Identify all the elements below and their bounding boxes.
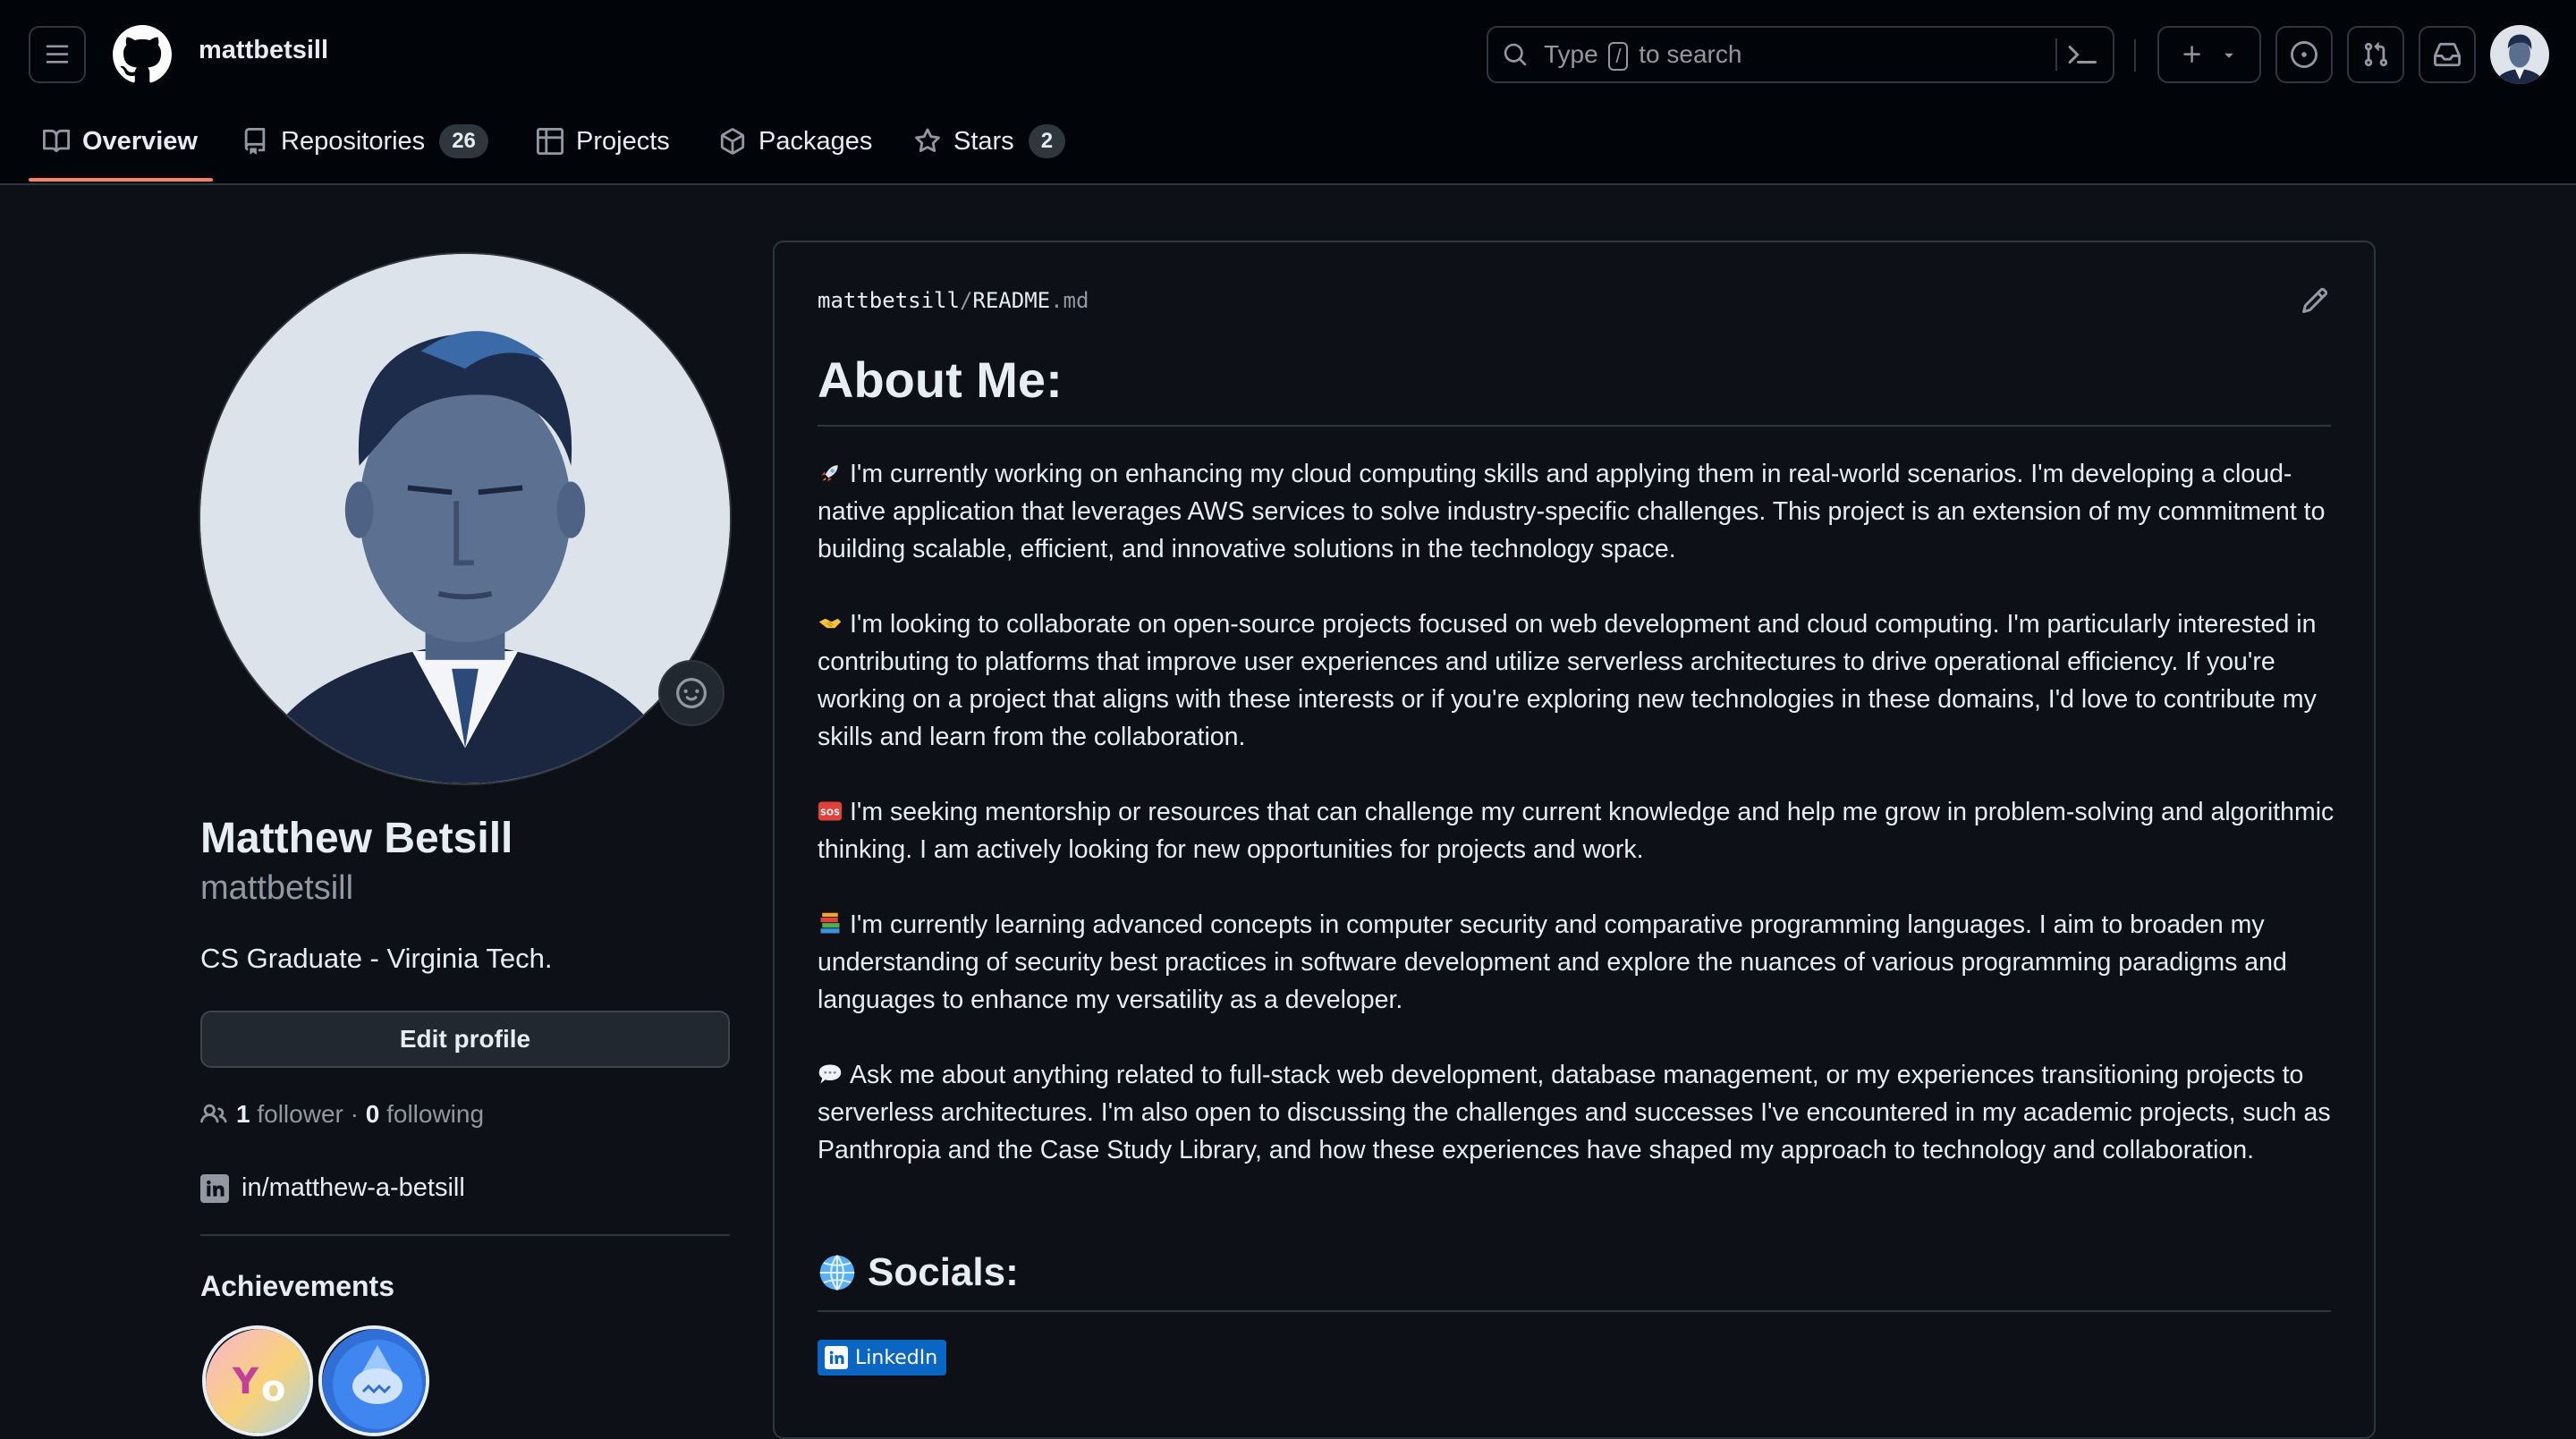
globe-icon xyxy=(819,1255,855,1291)
profile-login: mattbetsill xyxy=(200,869,354,907)
pencil-icon xyxy=(2301,287,2328,314)
readme-file-link[interactable]: README xyxy=(972,288,1050,313)
tab-label: Projects xyxy=(576,126,670,156)
separator-dot: · xyxy=(350,1100,359,1128)
github-logo-icon[interactable] xyxy=(113,25,172,84)
edit-readme-button[interactable] xyxy=(2301,286,2329,315)
handshake-icon xyxy=(818,618,842,629)
following-link[interactable]: 0 following xyxy=(366,1100,484,1129)
readme-path: mattbetsill/README.md xyxy=(818,288,1089,313)
tab-label: Repositories xyxy=(281,126,426,156)
issues-button[interactable] xyxy=(2275,26,2333,83)
book-icon xyxy=(43,129,70,153)
readme-heading: About Me: xyxy=(818,351,1063,408)
inbox-icon xyxy=(2434,42,2461,67)
readme-owner-link[interactable]: mattbetsill xyxy=(818,288,960,313)
tab-repositories[interactable]: Repositories 26 xyxy=(242,123,488,159)
sidebar-divider xyxy=(200,1234,730,1236)
triangle-down-icon xyxy=(2224,53,2233,58)
tab-label: Overview xyxy=(82,126,198,156)
linkedin-icon xyxy=(200,1173,229,1203)
svg-text:o: o xyxy=(261,1368,285,1409)
svg-text:SOS: SOS xyxy=(820,808,840,817)
readme-paragraph: SOS I'm seeking mentorship or resources t… xyxy=(818,798,2334,864)
repo-icon xyxy=(244,128,266,155)
header-divider xyxy=(2134,39,2136,72)
tab-label: Packages xyxy=(758,126,873,156)
achievements-title[interactable]: Achievements xyxy=(200,1270,394,1303)
stars-count: 2 xyxy=(1028,124,1066,158)
create-new-button[interactable] xyxy=(2157,26,2261,83)
search-divider xyxy=(2055,38,2057,71)
command-palette-icon[interactable] xyxy=(2068,40,2097,69)
svg-text:Y: Y xyxy=(232,1361,259,1402)
tab-packages[interactable]: Packages xyxy=(719,123,872,159)
sos-icon: SOS xyxy=(818,801,843,821)
profile-bio: CS Graduate - Virginia Tech. xyxy=(200,943,553,974)
search-icon xyxy=(1504,43,1527,66)
linkedin-handle: in/matthew-a-betsill xyxy=(242,1173,465,1202)
star-icon xyxy=(915,128,940,153)
profile-full-name: Matthew Betsill xyxy=(200,815,513,862)
search-input[interactable]: Type / to search xyxy=(1487,26,2114,83)
table-icon xyxy=(537,128,564,155)
linkedin-badge[interactable]: LinkedIn xyxy=(818,1340,947,1376)
profile-avatar[interactable] xyxy=(199,252,732,785)
tab-stars[interactable]: Stars 2 xyxy=(914,123,1066,159)
heading-rule xyxy=(818,425,2331,427)
socials-rule xyxy=(818,1310,2331,1312)
pull-requests-button[interactable] xyxy=(2347,26,2404,83)
package-icon xyxy=(720,128,745,155)
notifications-button[interactable] xyxy=(2419,26,2476,83)
slash-key: / xyxy=(1608,41,1629,71)
git-pull-request-icon xyxy=(2364,42,2388,67)
readme-paragraph: I'm looking to collaborate on open-sourc… xyxy=(818,610,2317,751)
speech-balloon-icon xyxy=(818,1064,842,1084)
set-status-button[interactable] xyxy=(658,660,724,726)
linkedin-link[interactable]: in/matthew-a-betsill xyxy=(200,1173,465,1203)
readme-paragraph: Ask me about anything related to full-st… xyxy=(818,1061,2331,1164)
plus-icon xyxy=(2183,46,2200,63)
app-header: mattbetsill Type / to search Overview Re… xyxy=(0,0,2576,185)
tab-label: Stars xyxy=(953,126,1014,156)
linkedin-icon xyxy=(825,1346,848,1369)
smiley-icon xyxy=(676,678,707,708)
tab-projects[interactable]: Projects xyxy=(537,123,670,159)
readme-paragraph: I'm currently learning advanced concepts… xyxy=(818,910,2287,1014)
menu-button[interactable] xyxy=(29,26,86,83)
user-avatar-small[interactable] xyxy=(2490,25,2549,84)
followers-link[interactable]: 1 follower xyxy=(236,1100,343,1129)
achievement-pull-shark-badge[interactable] xyxy=(318,1325,429,1436)
issue-opened-icon xyxy=(2291,41,2318,68)
rocket-icon xyxy=(821,465,838,482)
hamburger-icon xyxy=(46,45,69,63)
repositories-count: 26 xyxy=(439,124,488,158)
follow-stats: 1 follower · 0 following xyxy=(200,1100,484,1129)
people-icon xyxy=(200,1104,227,1123)
edit-profile-button[interactable]: Edit profile xyxy=(200,1011,730,1068)
readme-paragraph: I'm currently working on enhancing my cl… xyxy=(818,460,2326,563)
search-placeholder: Type / to search xyxy=(1544,40,1741,71)
books-icon xyxy=(820,912,840,934)
tab-overview[interactable]: Overview xyxy=(43,123,198,159)
achievement-yolo-badge[interactable]: Y o xyxy=(202,1325,313,1436)
header-username[interactable]: mattbetsill xyxy=(199,36,328,65)
socials-heading: Socials: xyxy=(818,1250,1019,1295)
active-tab-indicator xyxy=(29,178,213,182)
